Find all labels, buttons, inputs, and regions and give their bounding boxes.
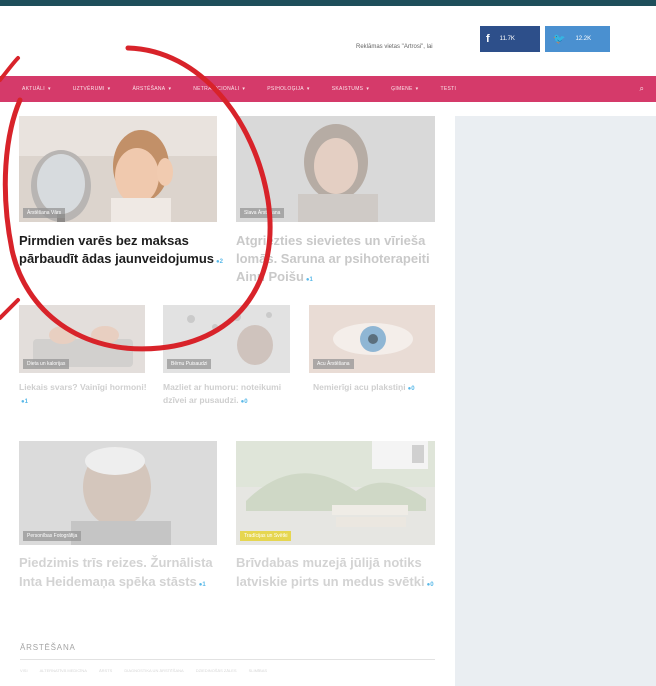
nav-item-testi[interactable]: Testi (440, 86, 456, 92)
header-note: Reklāmas vietas "Artrosi", lai (356, 44, 433, 50)
nav-item-psihologija[interactable]: Psiholoģija ▾ (267, 86, 309, 92)
comment-icon: ●0 (426, 582, 434, 588)
article-image-weight[interactable]: Dieta un kalorijas (19, 305, 145, 373)
elderly-man-photo (19, 441, 217, 545)
article-headline-sauna[interactable]: Brīvdabas muzejā jūlijā notiks latviskie… (236, 553, 441, 595)
chevron-down-icon: ▾ (306, 86, 310, 92)
facebook-icon: f (486, 33, 490, 45)
comment-icon: ●1 (305, 277, 313, 283)
facebook-count: 11.7K (499, 36, 515, 42)
nav-item-netradicionali[interactable]: Netradicionāli ▾ (193, 86, 245, 92)
category-tag[interactable]: Dieta un kalorijas (23, 359, 70, 369)
nav-item-uztverumi[interactable]: Uztvērumi ▾ (73, 86, 111, 92)
comment-icon: ●1 (21, 398, 28, 405)
chevron-down-icon: ▾ (47, 86, 51, 92)
section-subnav: Visi Alternatīvā medicīna Ārsts Diagnost… (20, 668, 267, 673)
section-title: ĀRSTĒŠANA (20, 643, 76, 652)
comment-icon: ●1 (198, 582, 206, 588)
category-tag[interactable]: Bērnu Puisaudzi (167, 359, 212, 369)
section-link[interactable]: Visi (20, 668, 28, 673)
search-icon[interactable]: ⌕ (640, 84, 644, 94)
sidebar-ad-placeholder (455, 116, 656, 686)
article-headline-eye[interactable]: Nemierīgi acu plakstiņi ●0 (313, 381, 437, 396)
article-image-sauna[interactable]: Tradīcijas un Svētki (236, 441, 435, 545)
woman-mirror-photo (19, 116, 217, 222)
twitter-count: 12.2K (575, 36, 592, 42)
nav-item-skaistums[interactable]: Skaistums ▾ (332, 86, 369, 92)
comment-icon: ●2 (216, 259, 224, 265)
comment-icon: ●0 (407, 386, 415, 392)
featured-headline-1[interactable]: Pirmdien varēs bez maksas pārbaudīt ādas… (19, 232, 224, 271)
section-link[interactable]: Slimības (249, 668, 267, 673)
nav-item-gimene[interactable]: Ģimene ▾ (391, 86, 418, 92)
chevron-down-icon: ▾ (366, 86, 370, 92)
category-tag[interactable]: Ārstēšana Vārs (23, 208, 66, 218)
category-tag[interactable]: Acu Ārstēšana (313, 359, 354, 369)
chevron-down-icon: ▾ (415, 86, 419, 92)
section-link[interactable]: Diagnostika un ārstēšana (124, 668, 183, 673)
article-headline-journalist[interactable]: Piedzimis trīs reizes. Žurnālista Inta H… (19, 553, 224, 595)
woman-portrait-photo (236, 116, 435, 222)
section-link[interactable]: Ārsts (99, 668, 112, 673)
chevron-down-icon: ▾ (242, 86, 246, 92)
article-image-journalist[interactable]: Personības Fotogrāfija (19, 441, 217, 545)
chevron-down-icon: ▾ (107, 86, 111, 92)
twitter-icon: 🐦 (553, 33, 566, 45)
twitter-button[interactable]: 🐦 12.2K (545, 26, 610, 52)
section-link[interactable]: Dziedinošās zāles (196, 668, 237, 673)
chevron-down-icon: ▾ (168, 86, 172, 92)
article-image-teen[interactable]: Bērnu Puisaudzi (163, 305, 290, 373)
article-image-eye[interactable]: Acu Ārstēšana (309, 305, 435, 373)
category-tag[interactable]: Tradīcijas un Svētki (240, 531, 292, 541)
facebook-button[interactable]: f 11.7K (480, 26, 540, 52)
main-navigation: Aktuāli ▾ Uztvērumi ▾ Ārstēšana ▾ Netradici… (0, 76, 656, 102)
featured-image-psychotherapist[interactable]: Slava Ārstēšana (236, 116, 435, 222)
featured-image-skin-check[interactable]: Ārstēšana Vārs (19, 116, 217, 222)
section-divider (20, 659, 435, 660)
site-header: Reklāmas vietas "Artrosi", lai f 11.7K 🐦… (0, 6, 656, 74)
section-link[interactable]: Alternatīvā medicīna (40, 668, 87, 673)
sauna-towels-photo (236, 441, 435, 545)
featured-headline-2[interactable]: Atgriezties sievietes un vīrieša lomās. … (236, 232, 446, 289)
article-headline-teen[interactable]: Mazliet ar humoru: noteikumi dzīvei ar p… (163, 381, 293, 408)
article-headline-weight[interactable]: Liekais svars? Vainīgi hormoni!●1 (19, 381, 149, 408)
category-tag[interactable]: Personības Fotogrāfija (23, 531, 82, 541)
comment-icon: ●0 (240, 398, 248, 405)
category-tag[interactable]: Slava Ārstēšana (240, 208, 285, 218)
nav-item-arstesana[interactable]: Ārstēšana ▾ (132, 86, 171, 92)
nav-item-aktuali[interactable]: Aktuāli ▾ (22, 86, 51, 92)
